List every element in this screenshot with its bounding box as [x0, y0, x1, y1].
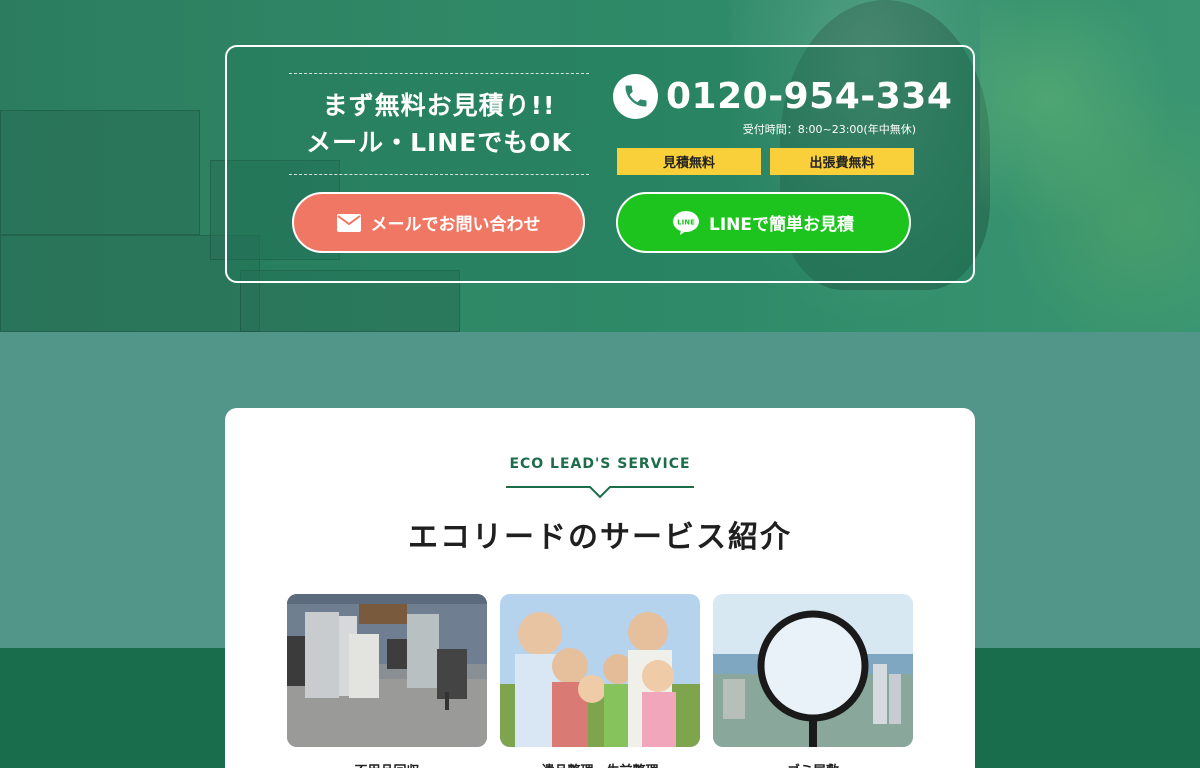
- service-image-estate-clearing[interactable]: [500, 594, 700, 747]
- service-image-hoarder-house[interactable]: [713, 594, 913, 747]
- badge-free-estimate: 見積無料: [617, 148, 761, 175]
- line-estimate-button[interactable]: LINE LINEで簡単お見積: [616, 192, 911, 253]
- line-icon-text: LINE: [677, 218, 695, 226]
- service-section-card: ECO LEAD'S SERVICE エコリードのサービス紹介: [225, 408, 975, 768]
- service-label-estate-clearing[interactable]: 遺品整理・生前整理: [500, 760, 700, 768]
- line-icon: LINE: [673, 210, 699, 235]
- business-hours: 受付時間：8:00~23:00(年中無休): [742, 123, 916, 136]
- mail-icon: [336, 213, 361, 232]
- cta-headline: まず無料お見積り!! メール・LINEでもOK: [289, 73, 589, 175]
- cardboard-box: [0, 110, 200, 235]
- contact-cta-panel: まず無料お見積り!! メール・LINEでもOK 0120-954-334 受付時…: [225, 45, 975, 283]
- service-label-hoarder-house[interactable]: ゴミ屋敷: [713, 760, 913, 768]
- line-button-label: LINEで簡単お見積: [709, 215, 854, 235]
- service-image-junk-removal[interactable]: [287, 594, 487, 747]
- phone-icon: [613, 73, 658, 119]
- mail-contact-button[interactable]: メールでお問い合わせ: [292, 192, 585, 253]
- phone-contact[interactable]: 0120-954-334: [613, 71, 952, 121]
- cta-headline-line2: メール・LINEでもOK: [306, 128, 572, 157]
- hero-foliage: [980, 0, 1200, 332]
- badge-free-visit: 出張費無料: [770, 148, 914, 175]
- section-divider-arrow: [506, 486, 694, 499]
- service-eyebrow: ECO LEAD'S SERVICE: [509, 456, 691, 472]
- service-label-junk-removal[interactable]: 不用品回収: [287, 760, 487, 768]
- cta-headline-line1: まず無料お見積り!!: [322, 90, 556, 120]
- hero-section: まず無料お見積り!! メール・LINEでもOK 0120-954-334 受付時…: [0, 0, 1200, 332]
- mail-button-label: メールでお問い合わせ: [370, 215, 541, 235]
- phone-number[interactable]: 0120-954-334: [666, 76, 952, 117]
- service-section-title: エコリードのサービス紹介: [408, 520, 792, 555]
